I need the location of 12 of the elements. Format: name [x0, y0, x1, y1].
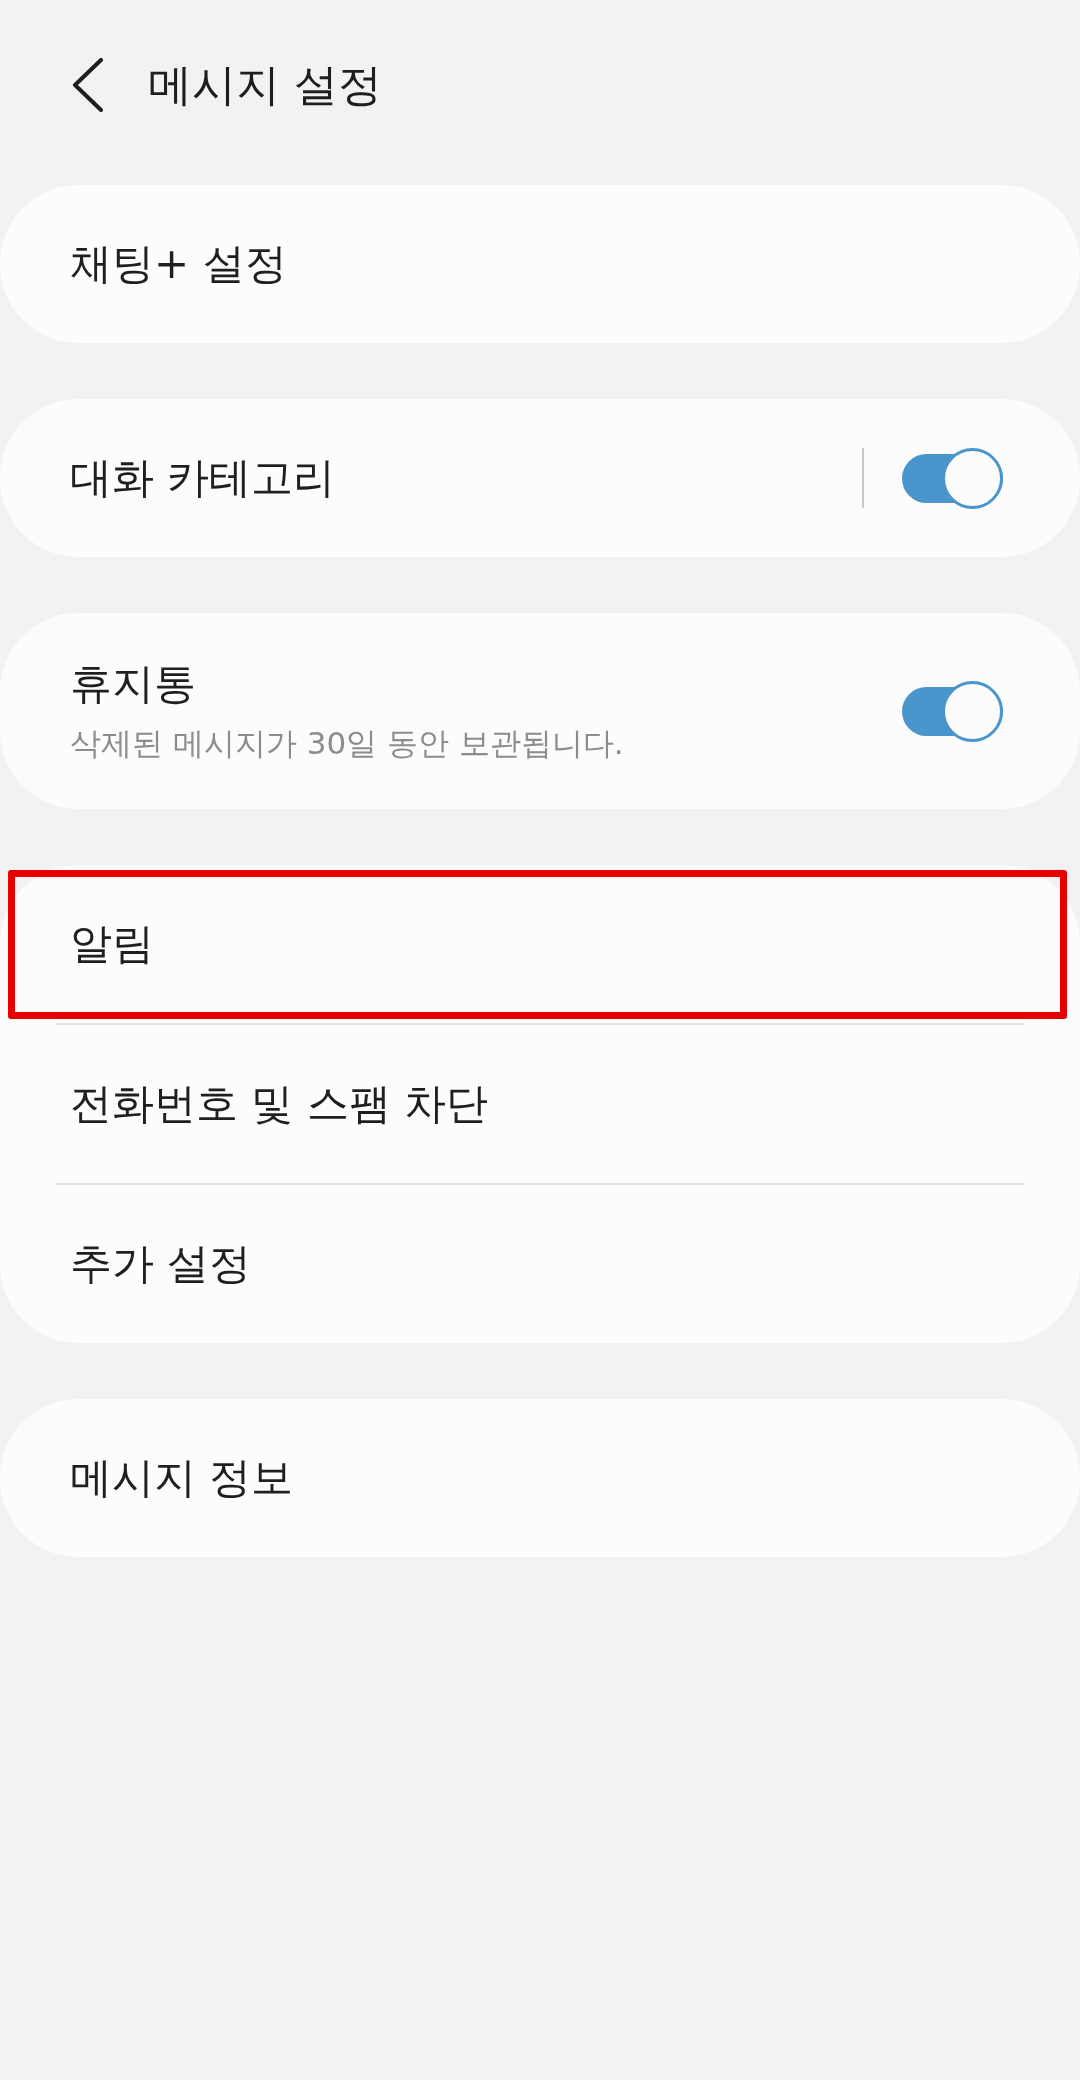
menu-item[interactable]: 메시지 정보: [0, 1399, 1080, 1557]
toggle-switch[interactable]: [902, 447, 1003, 509]
setting-description: 삭제된 메시지가 30일 동안 보관됩니다.: [70, 724, 624, 763]
toggle-switch[interactable]: [902, 680, 1003, 742]
menu-item[interactable]: 채팅+ 설정: [0, 185, 1080, 343]
setting-label: 휴지통: [70, 658, 196, 710]
setting-label[interactable]: 대화 카테고리: [70, 451, 336, 505]
page-title: 메시지 설정: [148, 58, 382, 112]
back-icon: [72, 58, 104, 112]
menu-item[interactable]: 알림: [0, 865, 1080, 1023]
menu-item[interactable]: 추가 설정: [0, 1185, 1080, 1343]
menu-item[interactable]: 전화번호 및 스팸 차단: [0, 1025, 1080, 1183]
